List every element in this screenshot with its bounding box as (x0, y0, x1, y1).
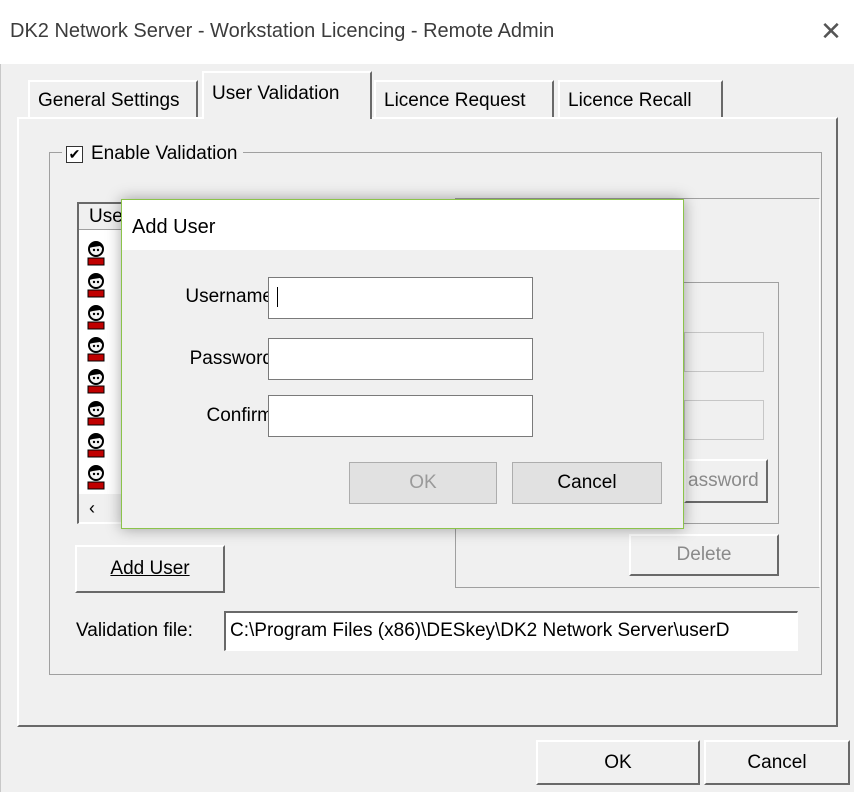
dialog-ok-button: OK (349, 462, 497, 504)
tab-licence-recall[interactable]: Licence Recall (558, 80, 723, 117)
tab-label: General Settings (38, 90, 180, 111)
tab-general-settings[interactable]: General Settings (28, 80, 198, 117)
validation-file-value: C:\Program Files (x86)\DESkey\DK2 Networ… (230, 620, 730, 641)
dialog-cancel-label: Cancel (557, 472, 617, 493)
password-button: assword (684, 459, 768, 503)
window-title: DK2 Network Server - Workstation Licenci… (10, 20, 555, 42)
enable-validation-label: Enable Validation (91, 143, 238, 164)
user-icon[interactable] (85, 240, 107, 266)
user-icon[interactable] (85, 272, 107, 298)
title-bar: DK2 Network Server - Workstation Licenci… (0, 0, 854, 64)
chevron-left-icon[interactable]: ‹ (81, 496, 103, 520)
detail-field-2 (684, 400, 764, 440)
password-label: Password (189, 348, 273, 369)
validation-file-field[interactable]: C:\Program Files (x86)\DESkey\DK2 Networ… (224, 611, 798, 651)
add-user-dialog: Add User Username Password Confirm OK Ca… (121, 199, 684, 529)
enable-validation-checkbox[interactable]: ✔ Enable Validation (62, 140, 244, 168)
delete-label: Delete (676, 544, 732, 565)
dialog-cancel-button[interactable]: Cancel (512, 462, 662, 504)
confirm-label: Confirm (206, 405, 273, 426)
tab-label: Licence Request (384, 90, 526, 111)
user-icon[interactable] (85, 368, 107, 394)
ok-button[interactable]: OK (536, 740, 700, 785)
user-icon[interactable] (85, 432, 107, 458)
user-icon[interactable] (85, 336, 107, 362)
add-user-label: Add User (110, 558, 190, 579)
user-icon[interactable] (85, 400, 107, 426)
add-user-button[interactable]: Add User (75, 545, 225, 593)
close-icon[interactable]: ✕ (818, 18, 844, 44)
user-icon[interactable] (85, 304, 107, 330)
tab-label: User Validation (212, 83, 340, 104)
validation-file-label: Validation file: (76, 620, 193, 641)
user-icon[interactable] (85, 464, 107, 490)
confirm-input[interactable] (268, 395, 533, 437)
password-input[interactable] (268, 338, 533, 380)
username-label: Username (185, 286, 273, 307)
detail-field-1 (684, 332, 764, 372)
username-input[interactable] (268, 277, 533, 319)
cancel-label: Cancel (747, 752, 807, 773)
password-button-label: assword (688, 470, 759, 491)
dialog-title: Add User (122, 200, 683, 250)
tab-label: Licence Recall (568, 90, 692, 111)
dialog-ok-label: OK (409, 472, 437, 493)
cancel-button[interactable]: Cancel (704, 740, 850, 785)
ok-label: OK (604, 752, 632, 773)
delete-button: Delete (629, 534, 779, 576)
tab-user-validation[interactable]: User Validation (202, 71, 372, 119)
text-caret (277, 287, 278, 307)
tab-licence-request[interactable]: Licence Request (374, 80, 554, 117)
checkbox-checked-icon[interactable]: ✔ (66, 145, 83, 163)
